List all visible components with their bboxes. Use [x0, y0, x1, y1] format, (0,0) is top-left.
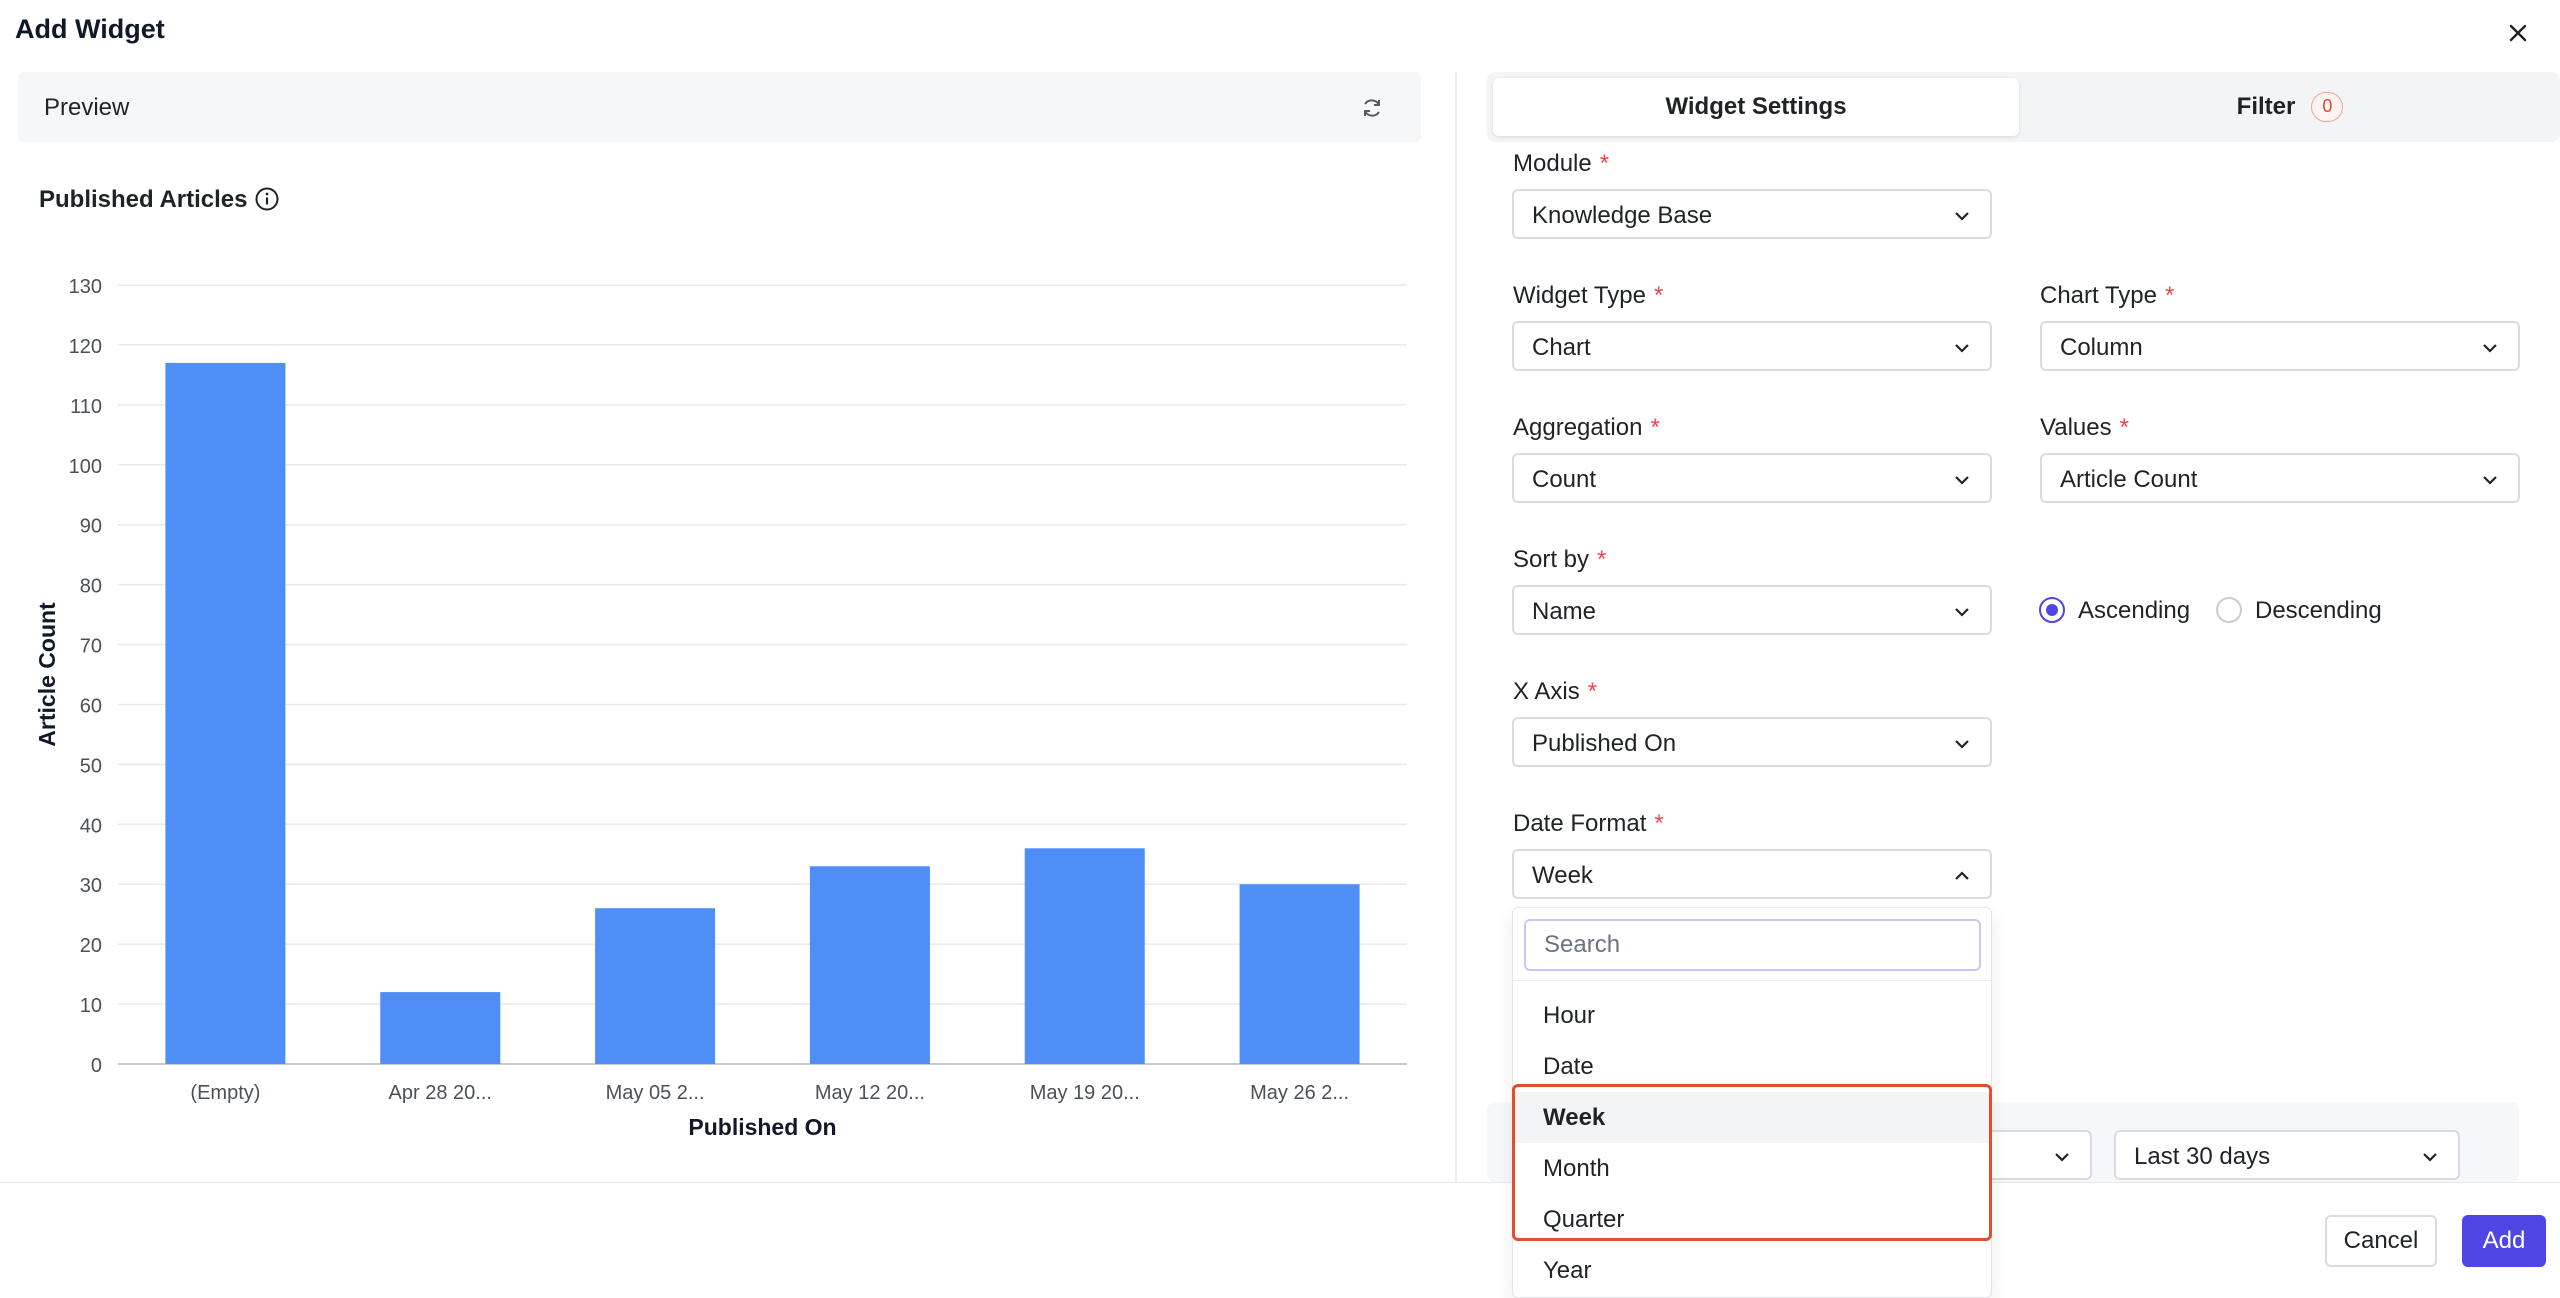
sort-by-label: Sort by *	[1513, 546, 1607, 573]
y-tick-label: 10	[80, 995, 102, 1017]
x-axis-value: Published On	[1532, 730, 1677, 757]
module-label: Module *	[1513, 150, 1610, 177]
chevron-down-icon	[2055, 1153, 2069, 1162]
info-icon[interactable]	[254, 186, 280, 212]
preview-header: Preview	[18, 72, 1421, 142]
x-axis-select[interactable]: Published On	[1512, 717, 1992, 767]
y-tick-label: 90	[80, 516, 102, 538]
chevron-down-icon	[1955, 740, 1969, 749]
modal-title: Add Widget	[15, 14, 165, 44]
values-value: Article Count	[2060, 466, 2198, 493]
y-tick-label: 30	[80, 875, 102, 897]
aggregation-value: Count	[1532, 466, 1597, 493]
bar	[1024, 848, 1145, 1064]
chevron-up-icon	[1955, 871, 1969, 880]
preview-label: Preview	[44, 94, 130, 121]
option-week[interactable]: Week	[1513, 1092, 1991, 1143]
bar	[809, 866, 930, 1064]
values-select[interactable]: Article Count	[2040, 453, 2520, 503]
y-tick-label: 120	[69, 336, 102, 358]
module-value: Knowledge Base	[1532, 202, 1713, 229]
chevron-down-icon	[1955, 476, 1969, 485]
descending-radio[interactable]	[2216, 597, 2242, 623]
x-axis-label: X Axis *	[1513, 678, 1598, 705]
descending-label: Descending	[2255, 597, 2382, 624]
x-tick-label: Apr 28 20...	[389, 1082, 492, 1104]
dropdown-search-input[interactable]	[1524, 919, 1981, 971]
x-axis-title: Published On	[688, 1114, 836, 1140]
option-hour[interactable]: Hour	[1513, 990, 1991, 1041]
y-tick-label: 110	[70, 396, 102, 418]
date-format-dropdown: Hour Date Week Month Quarter Year	[1512, 907, 1992, 1298]
option-month[interactable]: Month	[1513, 1143, 1991, 1194]
y-tick-label: 0	[91, 1055, 102, 1077]
sort-by-select[interactable]: Name	[1512, 585, 1992, 635]
refresh-icon[interactable]	[1358, 94, 1386, 122]
y-tick-label: 60	[80, 695, 102, 717]
values-label: Values *	[2040, 414, 2129, 441]
tab-filter-label: Filter	[2236, 93, 2296, 120]
widget-type-select[interactable]: Chart	[1512, 321, 1992, 371]
y-tick-label: 100	[69, 456, 102, 478]
chart-type-value: Column	[2060, 334, 2143, 361]
tab-filter[interactable]: Filter 0	[2027, 78, 2553, 136]
dropdown-separator	[1513, 980, 1991, 981]
sort-by-value: Name	[1532, 598, 1597, 625]
tab-widget-settings[interactable]: Widget Settings	[1493, 78, 2019, 136]
chevron-down-icon	[2483, 344, 2497, 353]
ascending-radio[interactable]	[2039, 597, 2065, 623]
bar-chart: 0 10 20 30 40 50 60 70 80 90 100 110 120 130 (Empty) Ap…	[34, 276, 1407, 1140]
y-axis-title: Article Count	[34, 602, 60, 747]
chart-title: Published Articles	[39, 186, 248, 213]
option-date[interactable]: Date	[1513, 1041, 1991, 1092]
date-format-value: Week	[1532, 862, 1593, 889]
date-format-label: Date Format *	[1513, 810, 1664, 837]
y-tick-label: 70	[80, 636, 102, 658]
ascending-label: Ascending	[2078, 597, 2191, 624]
y-tick-label: 20	[80, 935, 102, 957]
aggregation-select[interactable]: Count	[1512, 453, 1992, 503]
widget-type-value: Chart	[1532, 334, 1591, 361]
panel-divider	[1455, 72, 1457, 1182]
bar	[165, 362, 286, 1064]
chevron-down-icon	[2423, 1153, 2437, 1162]
x-tick-label: (Empty)	[190, 1082, 260, 1104]
filter-count-badge: 0	[2311, 92, 2344, 122]
option-quarter[interactable]: Quarter	[1513, 1194, 1991, 1245]
chevron-down-icon	[1955, 212, 1969, 221]
bar	[595, 908, 716, 1064]
x-tick-label: May 26 2...	[1250, 1082, 1349, 1104]
x-tick-label: May 12 20...	[815, 1082, 925, 1104]
cancel-button[interactable]: Cancel	[2325, 1215, 2437, 1267]
module-select[interactable]: Knowledge Base	[1512, 189, 1992, 239]
close-icon[interactable]	[2503, 18, 2533, 48]
footer-divider	[0, 1182, 2560, 1183]
y-tick-label: 80	[80, 576, 102, 598]
chevron-down-icon	[1955, 344, 1969, 353]
y-tick-label: 40	[80, 815, 102, 837]
y-tick-label: 50	[80, 755, 102, 777]
x-tick-label: May 05 2...	[606, 1082, 705, 1104]
x-tick-label: May 19 20...	[1030, 1082, 1140, 1104]
option-year[interactable]: Year	[1513, 1245, 1991, 1296]
aggregation-label: Aggregation *	[1513, 414, 1660, 441]
widget-type-label: Widget Type *	[1513, 282, 1664, 309]
tab-widget-settings-label: Widget Settings	[1665, 93, 1847, 120]
date-range-value: Last 30 days	[2134, 1143, 2271, 1170]
bar	[1239, 884, 1360, 1064]
y-tick-label: 130	[69, 276, 102, 298]
chart-type-label: Chart Type *	[2040, 282, 2175, 309]
date-format-select[interactable]: Week	[1512, 849, 1992, 899]
date-range-select[interactable]: Last 30 days	[2114, 1130, 2460, 1180]
chart-type-select[interactable]: Column	[2040, 321, 2520, 371]
add-button[interactable]: Add	[2462, 1215, 2546, 1267]
chevron-down-icon	[2483, 476, 2497, 485]
settings-tabs: Widget Settings Filter 0	[1487, 72, 2560, 142]
chevron-down-icon	[1955, 608, 1969, 617]
bar	[380, 992, 501, 1064]
